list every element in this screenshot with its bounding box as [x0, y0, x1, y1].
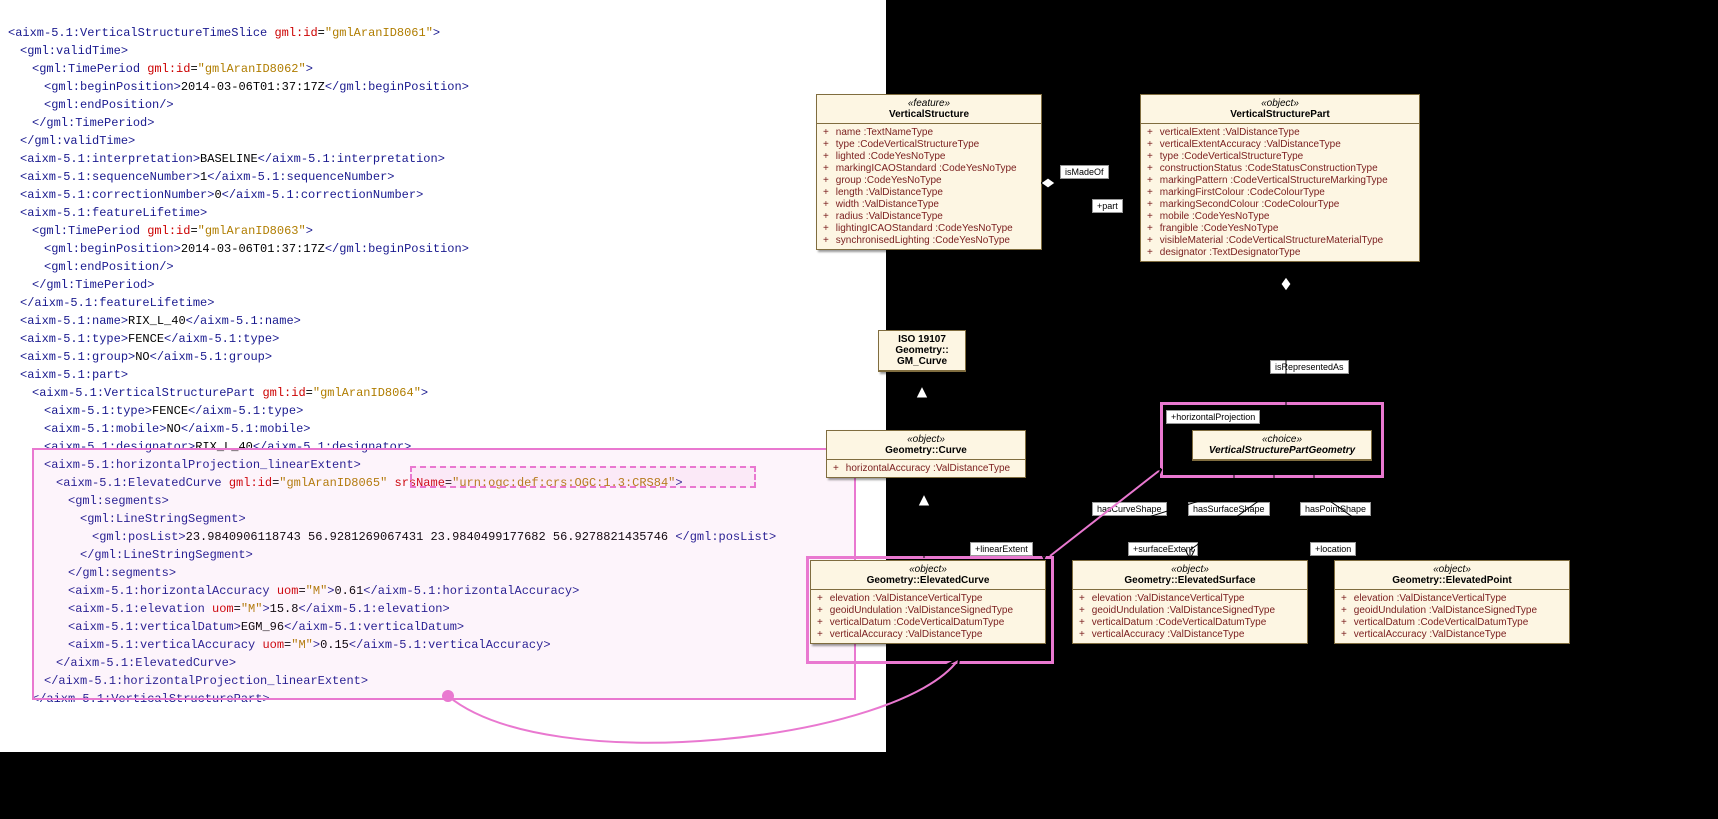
label-part: +part — [1092, 199, 1123, 213]
mult-0star-2: 0..* — [1282, 411, 1296, 421]
label-horizontal-projection: +horizontalProjection — [1166, 410, 1260, 424]
label-linearextent: +linearExtent — [970, 542, 1033, 556]
label-haspointshape: hasPointShape — [1300, 502, 1371, 516]
class-attrs: + elevation :ValDistanceVerticalType+ ge… — [1335, 590, 1569, 643]
class-elevated-point: «object»Geometry::ElevatedPoint + elevat… — [1334, 560, 1570, 644]
class-vertical-structure-part: «object»VerticalStructurePart + vertical… — [1140, 94, 1420, 262]
label-ismadeof: isMadeOf — [1060, 165, 1109, 179]
xml-source-pane: <aixm-5.1:VerticalStructureTimeSlice gml… — [0, 0, 886, 752]
label-hassurfaceshape: hasSurfaceShape — [1188, 502, 1270, 516]
class-attrs: + horizontalAccuracy :ValDistanceType — [827, 460, 1025, 477]
mult-01-1: 0..1 — [1041, 543, 1056, 553]
class-geometry-curve: «object»Geometry::Curve + horizontalAccu… — [826, 430, 1026, 478]
label-surfaceextent: +surfaceExtent — [1128, 542, 1198, 556]
mult-01-6: 0..1 — [1304, 482, 1319, 492]
mult-01-3: 0..1 — [1394, 543, 1409, 553]
mult-0star: 0..* — [1064, 188, 1078, 198]
class-attrs: + name :TextNameType+ type :CodeVertical… — [817, 124, 1041, 249]
mult-01-2: 0..1 — [1232, 543, 1247, 553]
mult-01-5: 0..1 — [1264, 482, 1279, 492]
class-attrs: + verticalExtent :ValDistanceType+ verti… — [1141, 124, 1419, 261]
class-attrs: + elevation :ValDistanceVerticalType+ ge… — [1073, 590, 1307, 643]
class-gm-curve: ISO 19107 Geometry:: GM_Curve — [878, 330, 966, 372]
label-isrepresentedas: isRepresentedAs — [1270, 360, 1349, 374]
class-elevated-surface: «object»Geometry::ElevatedSurface + elev… — [1072, 560, 1308, 644]
class-vertical-structure: «feature»VerticalStructure + name :TextN… — [816, 94, 1042, 250]
mult-01-4: 0..1 — [1224, 482, 1239, 492]
label-location: +location — [1310, 542, 1356, 556]
class-vsp-geometry: «choice»VerticalStructurePartGeometry — [1192, 430, 1372, 461]
class-attrs: + elevation :ValDistanceVerticalType+ ge… — [811, 590, 1045, 643]
label-hascurveshape: hasCurveShape — [1092, 502, 1167, 516]
mult-0star-3: 0..* — [1278, 308, 1292, 318]
class-elevated-curve: «object»Geometry::ElevatedCurve + elevat… — [810, 560, 1046, 644]
